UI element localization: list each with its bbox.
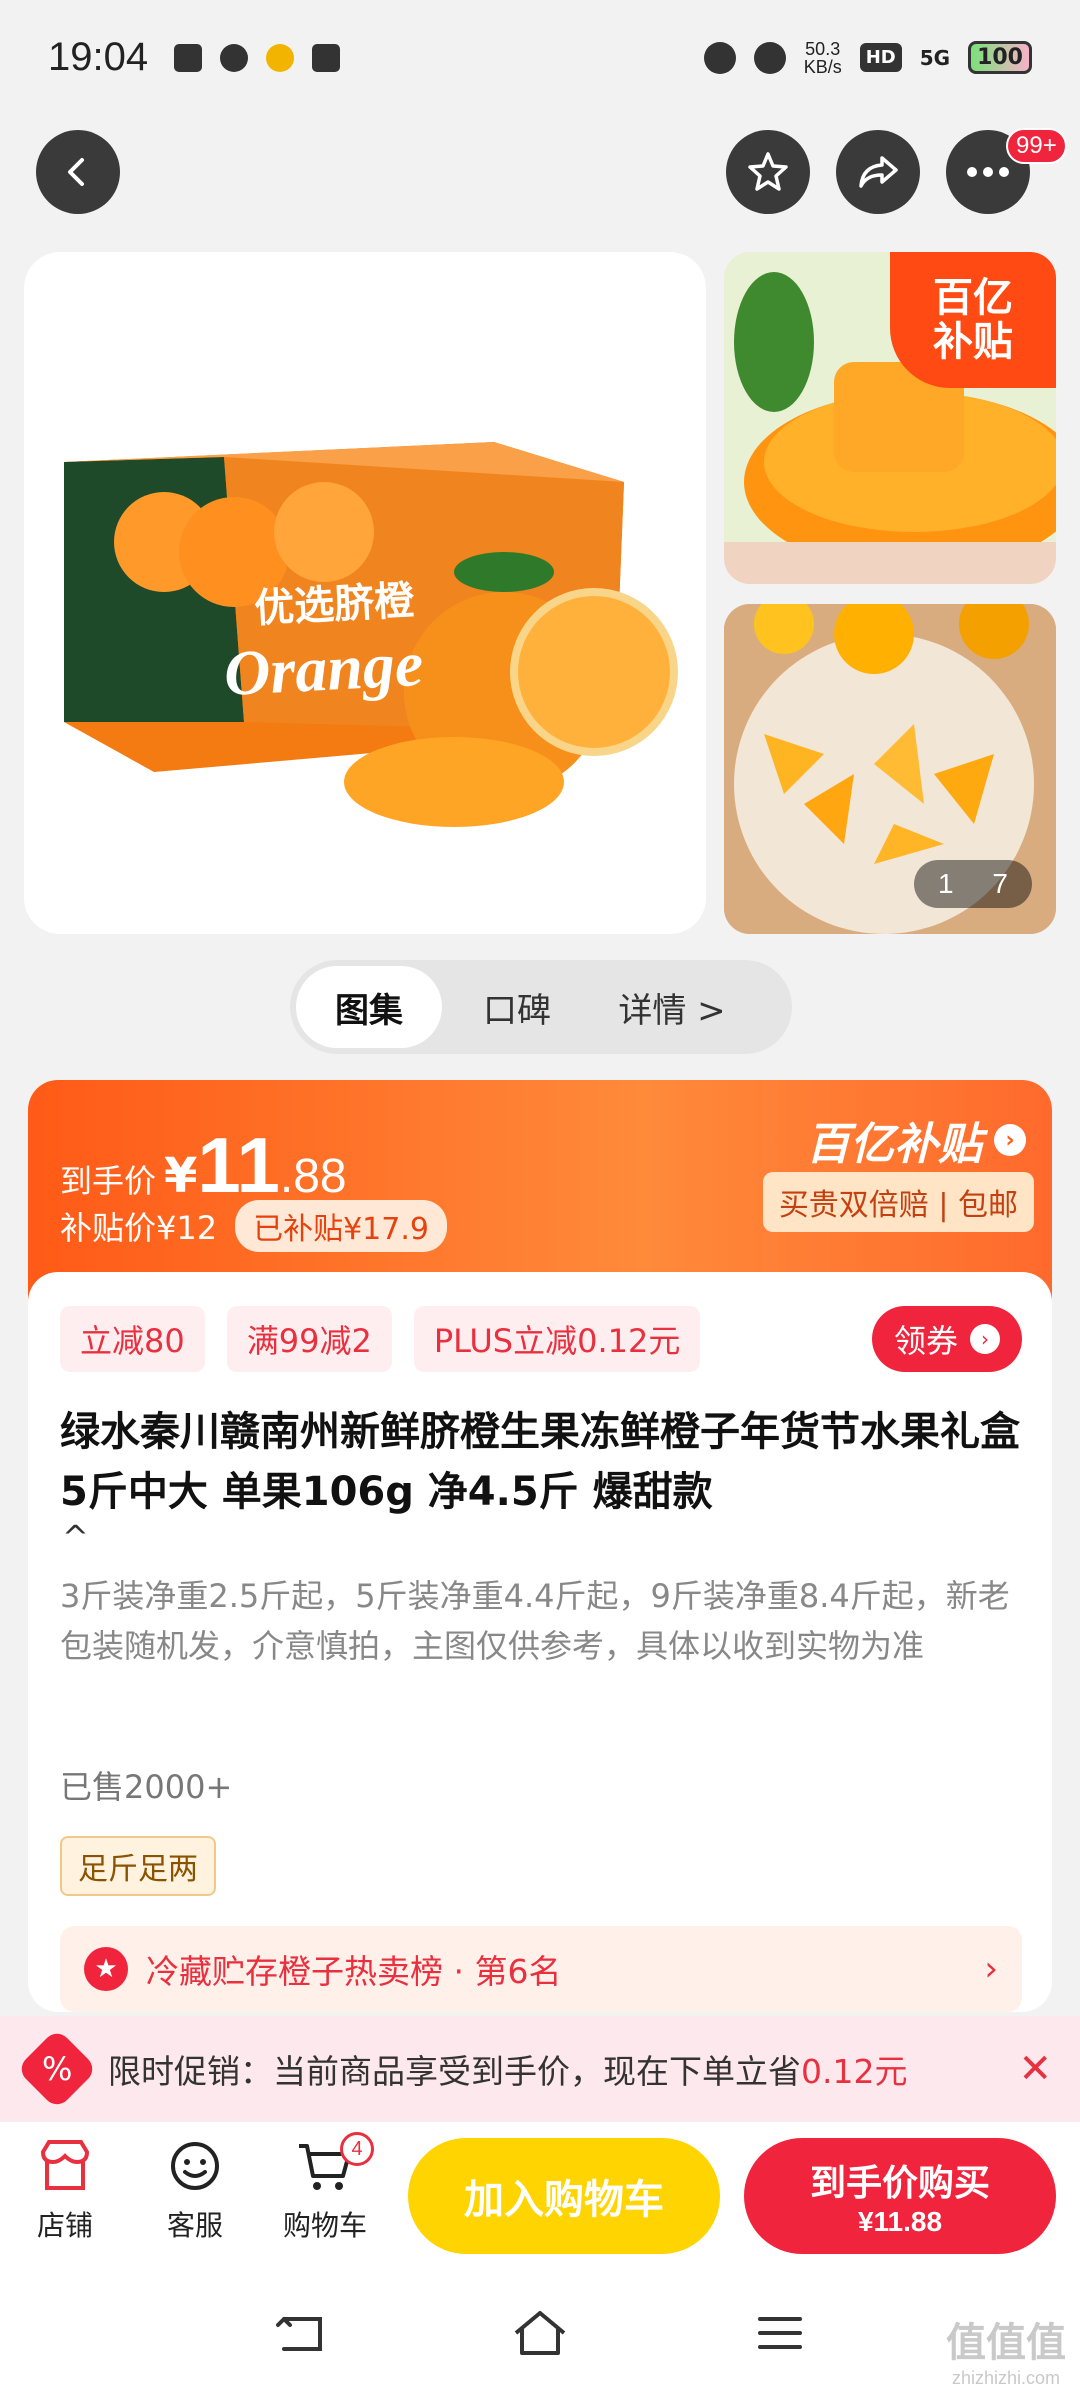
system-home-button[interactable] [510,2308,570,2358]
net-speed-value: 50.3 [805,38,841,59]
promo-notice-bar: % 限时促销：当前商品享受到手价，现在下单立省 0.12元 ✕ [0,2016,1080,2122]
watermark-line2: zhizhizhi.com [951,2368,1061,2388]
thumbnail-image-1[interactable]: 百亿 补贴 [724,252,1056,584]
net-speed-unit: KB/s [803,56,842,77]
buy-now-button[interactable]: 到手价购买 ¥11.88 [744,2138,1056,2254]
get-coupon-label: 领券 [893,1322,958,1360]
subsidy-tag-line1: 百亿 [933,275,1013,321]
tab-reviews[interactable]: 口碑 [442,966,592,1048]
sold-count: 已售2000+ [60,1768,233,1806]
price-decimal: .88 [279,1150,347,1203]
currency-symbol: ¥ [164,1148,198,1204]
share-button[interactable] [836,130,920,214]
coupon-tag[interactable]: 满99减2 [226,1306,392,1372]
chevron-right-icon: › [984,1949,998,1989]
clipboard-icon [174,43,203,72]
store-icon [35,2138,95,2194]
bottom-action-bar: 店铺 客服 4 购物车 加入购物车 到手价购买 ¥11.88 [0,2122,1080,2270]
pet-app-icon [266,43,295,72]
media-tab-bar: 图集 口碑 详情 > [290,960,792,1054]
share-icon [859,156,898,188]
system-back-icon [276,2317,322,2351]
more-dots-icon [967,167,1009,177]
ranking-text: 冷藏贮存橙子热卖榜 · 第6名 [146,1952,562,1991]
promo-saving: 0.12元 [801,2052,908,2091]
box-orange-text: Orange [222,627,425,710]
product-description: 3斤装净重2.5斤起，5斤装净重4.4斤起，9斤装净重8.4斤起，新老包装随机发… [60,1577,1010,1665]
coupon-list: 立减80 满99减2 PLUS立减0.12元 [60,1306,701,1372]
subsidy-info: 补贴价¥12 已补贴¥17.9 [60,1200,447,1252]
subsidy-price: 补贴价¥12 [60,1209,218,1247]
image-counter-current: 1 [937,868,954,899]
product-info-card: 立减80 满99减2 PLUS立减0.12元 领券 › 绿水秦川赣南州新鲜脐橙生… [28,1272,1052,2012]
subsidy-corner-tag: 百亿 补贴 [890,252,1056,388]
net-speed: 50.3 KB/s [804,40,842,76]
book-icon [312,43,341,72]
system-home-icon [514,2311,566,2355]
add-to-cart-button[interactable]: 加入购物车 [408,2138,720,2254]
price-integer: 11 [197,1121,280,1209]
main-product-image[interactable]: 优选脐橙 Orange [24,252,706,934]
favorite-button[interactable] [726,130,810,214]
coupon-tag[interactable]: PLUS立减0.12元 [413,1306,701,1372]
store-label: 店铺 [36,2209,93,2242]
ranking-bar[interactable]: ★ 冷藏贮存橙子热卖榜 · 第6名 › [60,1926,1022,2012]
battery-indicator: 100 [968,41,1032,74]
alarm-icon [703,41,736,74]
close-icon[interactable]: ✕ [1018,2046,1052,2092]
buy-now-price: ¥11.88 [857,2206,943,2237]
service-label: 客服 [166,2209,223,2242]
box-brand-text: 优选脐橙 [253,577,416,633]
watermark-line1: 值值值 [946,2320,1066,2366]
tab-details[interactable]: 详情 > [592,966,752,1048]
subsidy-tag-line2: 补贴 [933,319,1013,365]
cart-button[interactable]: 4 购物车 [270,2132,380,2244]
system-indicators: 50.3 KB/s HD 5G 100 [703,40,1032,76]
chevron-right-icon: › [970,1324,1000,1354]
cart-count-badge: 4 [340,2132,374,2166]
back-arrow-icon [68,158,84,186]
billion-subsidy-link[interactable]: 百亿补贴 › [806,1108,1026,1172]
subsidized-amount: 已补贴¥17.9 [235,1200,447,1252]
thumbnail-image-2[interactable]: 1 7 [724,604,1056,934]
notification-icons [174,43,341,72]
customer-service-button[interactable]: 客服 [140,2138,250,2244]
get-coupon-button[interactable]: 领券 › [871,1306,1022,1372]
system-menu-icon [758,2317,802,2349]
cart-label: 购物车 [282,2209,367,2242]
image-counter: 1 7 [913,860,1032,908]
system-navigation-bar [0,2270,1080,2400]
collapse-title-icon[interactable]: ^ [62,1518,89,1556]
system-back-button[interactable] [270,2308,330,2358]
billion-subsidy-label: 百亿补贴 [806,1119,982,1170]
final-price-label: 到手价 [60,1162,157,1200]
coupon-tag[interactable]: 立减80 [60,1306,205,1372]
chat-icon [220,43,249,72]
star-icon [748,152,788,191]
medal-icon: ★ [84,1947,128,1991]
discount-percent-icon: % [15,2027,99,2111]
site-watermark: 值值值 zhizhizhi.com [946,2310,1066,2389]
vibrate-icon [753,41,786,74]
buy-now-label: 到手价购买 [809,2163,990,2204]
more-badge: 99+ [1006,128,1067,164]
store-button[interactable]: 店铺 [10,2138,120,2244]
tab-gallery[interactable]: 图集 [296,966,442,1048]
system-menu-button[interactable] [750,2308,810,2358]
final-price: 到手价 ¥ 11 .88 [60,1120,347,1211]
promo-text: 限时促销：当前商品享受到手价，现在下单立省 [108,2052,801,2091]
back-button[interactable] [36,130,120,214]
guarantee-badge: 买贵双倍赔 | 包邮 [762,1172,1034,1232]
image-counter-total: 7 [992,868,1008,899]
product-title: 绿水秦川赣南州新鲜脐橙生果冻鲜橙子年货节水果礼盒 5斤中大 单果106g 净4.… [60,1409,1020,1515]
signal-indicator: 5G [919,45,951,70]
chevron-right-icon: › [994,1124,1026,1156]
hd-indicator: HD [859,43,902,72]
smile-chat-icon [165,2138,225,2194]
full-weight-tag: 足斤足两 [60,1836,216,1896]
status-time: 19:04 [48,35,149,79]
status-bar: 19:04 50.3 KB/s HD 5G 100 [0,0,1080,115]
